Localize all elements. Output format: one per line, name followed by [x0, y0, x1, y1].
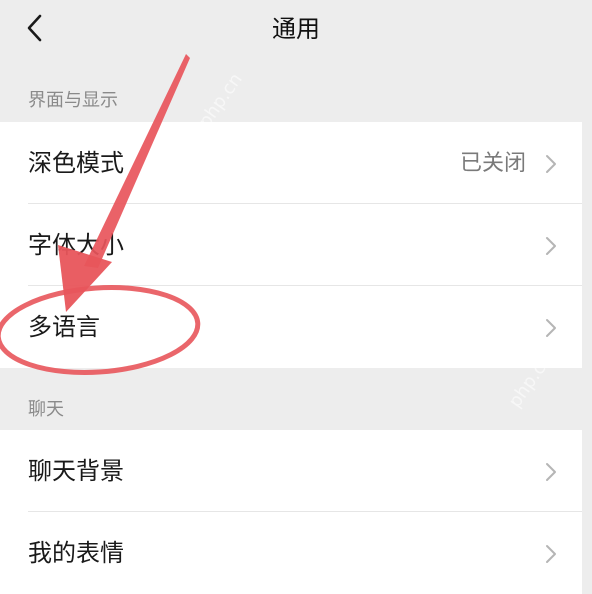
page-title: 通用	[272, 15, 320, 43]
setting-row-chat-background[interactable]: 聊天背景	[0, 430, 582, 512]
chevron-right-icon	[544, 235, 558, 257]
setting-row-language[interactable]: 多语言	[0, 286, 582, 368]
setting-label: 聊天背景	[28, 457, 124, 485]
section-label-display: 界面与显示	[28, 90, 118, 111]
setting-label: 多语言	[28, 313, 100, 341]
setting-row-dark-mode[interactable]: 深色模式 已关闭	[0, 122, 582, 204]
chevron-right-icon	[544, 317, 558, 339]
setting-label: 字体大小	[28, 231, 124, 259]
settings-group-display: 深色模式 已关闭 字体大小 多语言	[0, 122, 582, 368]
setting-label: 深色模式	[28, 149, 124, 177]
chevron-right-icon	[544, 543, 558, 565]
setting-row-font-size[interactable]: 字体大小	[0, 204, 582, 286]
nav-header: 通用	[0, 0, 592, 62]
section-label-chat: 聊天	[28, 399, 64, 420]
setting-value: 已关闭	[459, 151, 526, 176]
chevron-right-icon	[544, 461, 558, 483]
chevron-right-icon	[544, 153, 558, 175]
settings-group-chat: 聊天背景 我的表情	[0, 430, 582, 594]
setting-label: 我的表情	[28, 539, 124, 567]
